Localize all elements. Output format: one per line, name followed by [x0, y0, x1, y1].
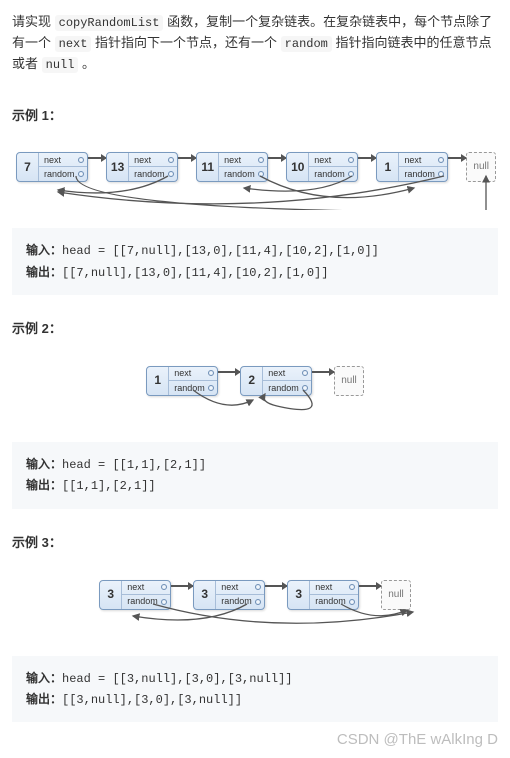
desc-text: 指针指向下一个节点，还有一个 — [91, 35, 280, 50]
desc-text: 。 — [78, 56, 95, 71]
next-arrow — [171, 585, 193, 587]
list-node: 3nextrandom — [193, 580, 265, 610]
random-slot: random — [399, 167, 447, 181]
example-1-title: 示例 1： — [12, 106, 498, 127]
node-value: 10 — [287, 153, 309, 181]
next-arrow — [218, 371, 240, 373]
watermark: CSDN @ThE wAlkIng D — [337, 728, 498, 752]
next-slot: next — [219, 153, 267, 167]
null-terminator: null — [334, 366, 364, 396]
example-3-title: 示例 3： — [12, 533, 498, 554]
node-value: 7 — [17, 153, 39, 181]
null-terminator: null — [466, 152, 496, 182]
next-slot: next — [309, 153, 357, 167]
list-node: 1nextrandom — [376, 152, 448, 182]
example-3-io: 输入：head = [[3,null],[3,0],[3,null]] 输出：[… — [12, 656, 498, 723]
example-3-diagram: 3nextrandom3nextrandom3nextrandomnull — [12, 566, 498, 638]
next-arrow — [358, 157, 376, 159]
next-arrow — [312, 371, 334, 373]
next-slot: next — [263, 367, 311, 381]
random-slot: random — [122, 595, 170, 609]
example-1-diagram: 7nextrandom13nextrandom11nextrandom10nex… — [12, 138, 498, 210]
input-value: [[3,null],[3,0],[3,null]] — [112, 672, 292, 686]
next-slot: next — [129, 153, 177, 167]
list-node: 1nextrandom — [146, 366, 218, 396]
output-value: [[7,null],[13,0],[11,4],[10,2],[1,0]] — [62, 266, 328, 280]
output-value: [[1,1],[2,1]] — [62, 479, 156, 493]
next-slot: next — [216, 581, 264, 595]
random-slot: random — [309, 167, 357, 181]
node-value: 3 — [288, 581, 310, 609]
node-value: 1 — [377, 153, 399, 181]
node-value: 11 — [197, 153, 219, 181]
head-label: head = — [62, 458, 112, 472]
kw-random: random — [281, 36, 332, 52]
output-label: 输出： — [26, 692, 62, 706]
next-arrow — [265, 585, 287, 587]
next-slot: next — [310, 581, 358, 595]
kw-next: next — [55, 36, 92, 52]
list-node: 10nextrandom — [286, 152, 358, 182]
next-slot: next — [39, 153, 87, 167]
random-slot: random — [219, 167, 267, 181]
list-node: 13nextrandom — [106, 152, 178, 182]
next-arrow — [359, 585, 381, 587]
null-terminator: null — [381, 580, 411, 610]
output-label: 输出： — [26, 478, 62, 492]
node-value: 13 — [107, 153, 129, 181]
head-label: head = — [62, 672, 112, 686]
desc-text: 请实现 — [12, 14, 55, 29]
list-node: 3nextrandom — [99, 580, 171, 610]
list-node: 11nextrandom — [196, 152, 268, 182]
random-slot: random — [169, 381, 217, 395]
input-value: [[7,null],[13,0],[11,4],[10,2],[1,0]] — [112, 244, 378, 258]
node-value: 3 — [100, 581, 122, 609]
input-label: 输入： — [26, 457, 62, 471]
list-node: 2nextrandom — [240, 366, 312, 396]
input-label: 输入： — [26, 671, 62, 685]
next-slot: next — [399, 153, 447, 167]
random-slot: random — [39, 167, 87, 181]
random-slot: random — [216, 595, 264, 609]
random-slot: random — [129, 167, 177, 181]
next-arrow — [268, 157, 286, 159]
output-value: [[3,null],[3,0],[3,null]] — [62, 693, 242, 707]
random-slot: random — [310, 595, 358, 609]
node-value: 3 — [194, 581, 216, 609]
input-value: [[1,1],[2,1]] — [112, 458, 206, 472]
input-label: 输入： — [26, 243, 62, 257]
fn-name: copyRandomList — [55, 15, 164, 31]
list-node: 7nextrandom — [16, 152, 88, 182]
kw-null: null — [42, 57, 79, 73]
list-node: 3nextrandom — [287, 580, 359, 610]
example-1-io: 输入：head = [[7,null],[13,0],[11,4],[10,2]… — [12, 228, 498, 295]
example-2-diagram: 1nextrandom2nextrandomnull — [12, 352, 498, 424]
random-slot: random — [263, 381, 311, 395]
example-2-title: 示例 2： — [12, 319, 498, 340]
next-arrow — [88, 157, 106, 159]
node-value: 1 — [147, 367, 169, 395]
next-arrow — [178, 157, 196, 159]
node-value: 2 — [241, 367, 263, 395]
next-slot: next — [122, 581, 170, 595]
next-arrow — [448, 157, 466, 159]
head-label: head = — [62, 244, 112, 258]
output-label: 输出： — [26, 265, 62, 279]
problem-description: 请实现 copyRandomList 函数，复制一个复杂链表。在复杂链表中，每个… — [12, 12, 498, 76]
example-2-io: 输入：head = [[1,1],[2,1]] 输出：[[1,1],[2,1]] — [12, 442, 498, 509]
next-slot: next — [169, 367, 217, 381]
